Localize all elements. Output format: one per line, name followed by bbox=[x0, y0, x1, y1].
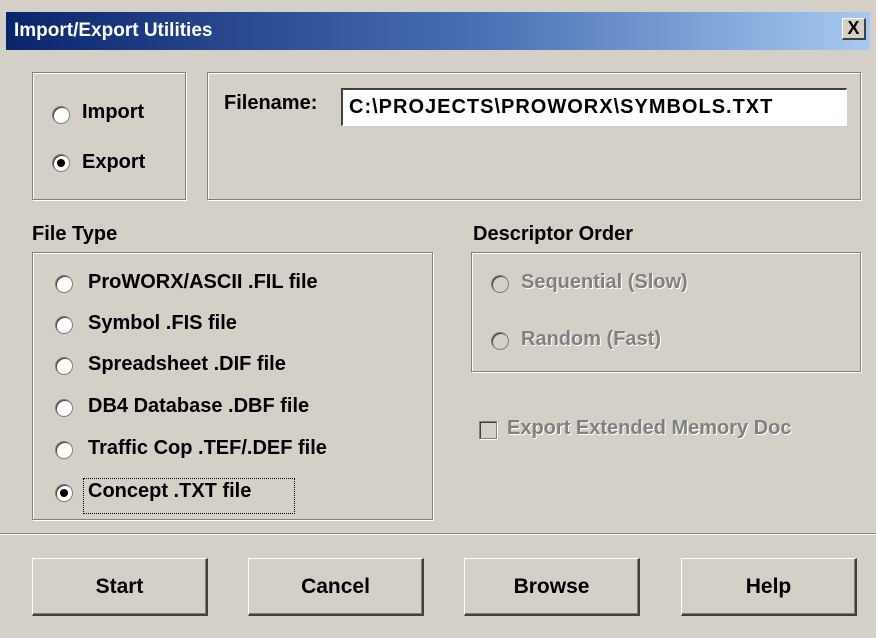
help-button[interactable]: Help bbox=[681, 558, 857, 616]
cancel-button[interactable]: Cancel bbox=[248, 558, 424, 616]
export-label[interactable]: Export bbox=[82, 151, 145, 174]
sequential-label[interactable]: Sequential (Slow) bbox=[521, 271, 688, 294]
start-button-label: Start bbox=[95, 575, 144, 598]
traffic-cop-label[interactable]: Traffic Cop .TEF/.DEF file bbox=[88, 437, 327, 460]
filename-label: Filename: bbox=[224, 92, 318, 114]
concept-txt-label[interactable]: Concept .TXT file bbox=[88, 480, 251, 503]
close-button[interactable]: X bbox=[842, 18, 866, 40]
separator bbox=[0, 533, 876, 535]
export-radio[interactable] bbox=[52, 154, 70, 172]
mode-group bbox=[32, 72, 186, 200]
spreadsheet-dif-radio[interactable] bbox=[55, 357, 73, 375]
sequential-radio[interactable] bbox=[491, 275, 509, 293]
title-bar: Import/Export Utilities X bbox=[6, 12, 870, 50]
cancel-button-label: Cancel bbox=[301, 575, 370, 598]
spreadsheet-dif-label[interactable]: Spreadsheet .DIF file bbox=[88, 353, 286, 376]
symbol-fis-label[interactable]: Symbol .FIS file bbox=[88, 312, 237, 335]
db4-dbf-radio[interactable] bbox=[55, 399, 73, 417]
filename-value: C:\PROJECTS\PROWORX\SYMBOLS.TXT bbox=[349, 96, 774, 118]
random-radio[interactable] bbox=[491, 332, 509, 350]
browse-button-label: Browse bbox=[513, 575, 590, 598]
export-extended-memory-label[interactable]: Export Extended Memory Doc bbox=[507, 417, 792, 440]
random-label[interactable]: Random (Fast) bbox=[521, 328, 661, 351]
proworx-ascii-label[interactable]: ProWORX/ASCII .FIL file bbox=[88, 271, 318, 294]
symbol-fis-radio[interactable] bbox=[55, 316, 73, 334]
filename-input[interactable]: C:\PROJECTS\PROWORX\SYMBOLS.TXT bbox=[341, 88, 847, 126]
descriptor-order-group bbox=[471, 252, 861, 372]
export-extended-memory-checkbox[interactable] bbox=[479, 421, 497, 439]
descriptor-order-heading: Descriptor Order bbox=[473, 223, 634, 245]
start-button[interactable]: Start bbox=[32, 558, 208, 616]
close-icon: X bbox=[847, 18, 860, 38]
import-radio[interactable] bbox=[52, 106, 70, 124]
browse-button[interactable]: Browse bbox=[464, 558, 640, 616]
file-type-heading: File Type bbox=[32, 223, 118, 245]
proworx-ascii-radio[interactable] bbox=[55, 275, 73, 293]
dialog-title: Import/Export Utilities bbox=[14, 20, 213, 41]
traffic-cop-radio[interactable] bbox=[55, 441, 73, 459]
concept-txt-radio[interactable] bbox=[55, 484, 73, 502]
help-button-label: Help bbox=[745, 575, 792, 598]
db4-dbf-label[interactable]: DB4 Database .DBF file bbox=[88, 395, 309, 418]
import-export-dialog: Import/Export Utilities X Import Export … bbox=[0, 0, 876, 638]
import-label[interactable]: Import bbox=[82, 101, 144, 124]
